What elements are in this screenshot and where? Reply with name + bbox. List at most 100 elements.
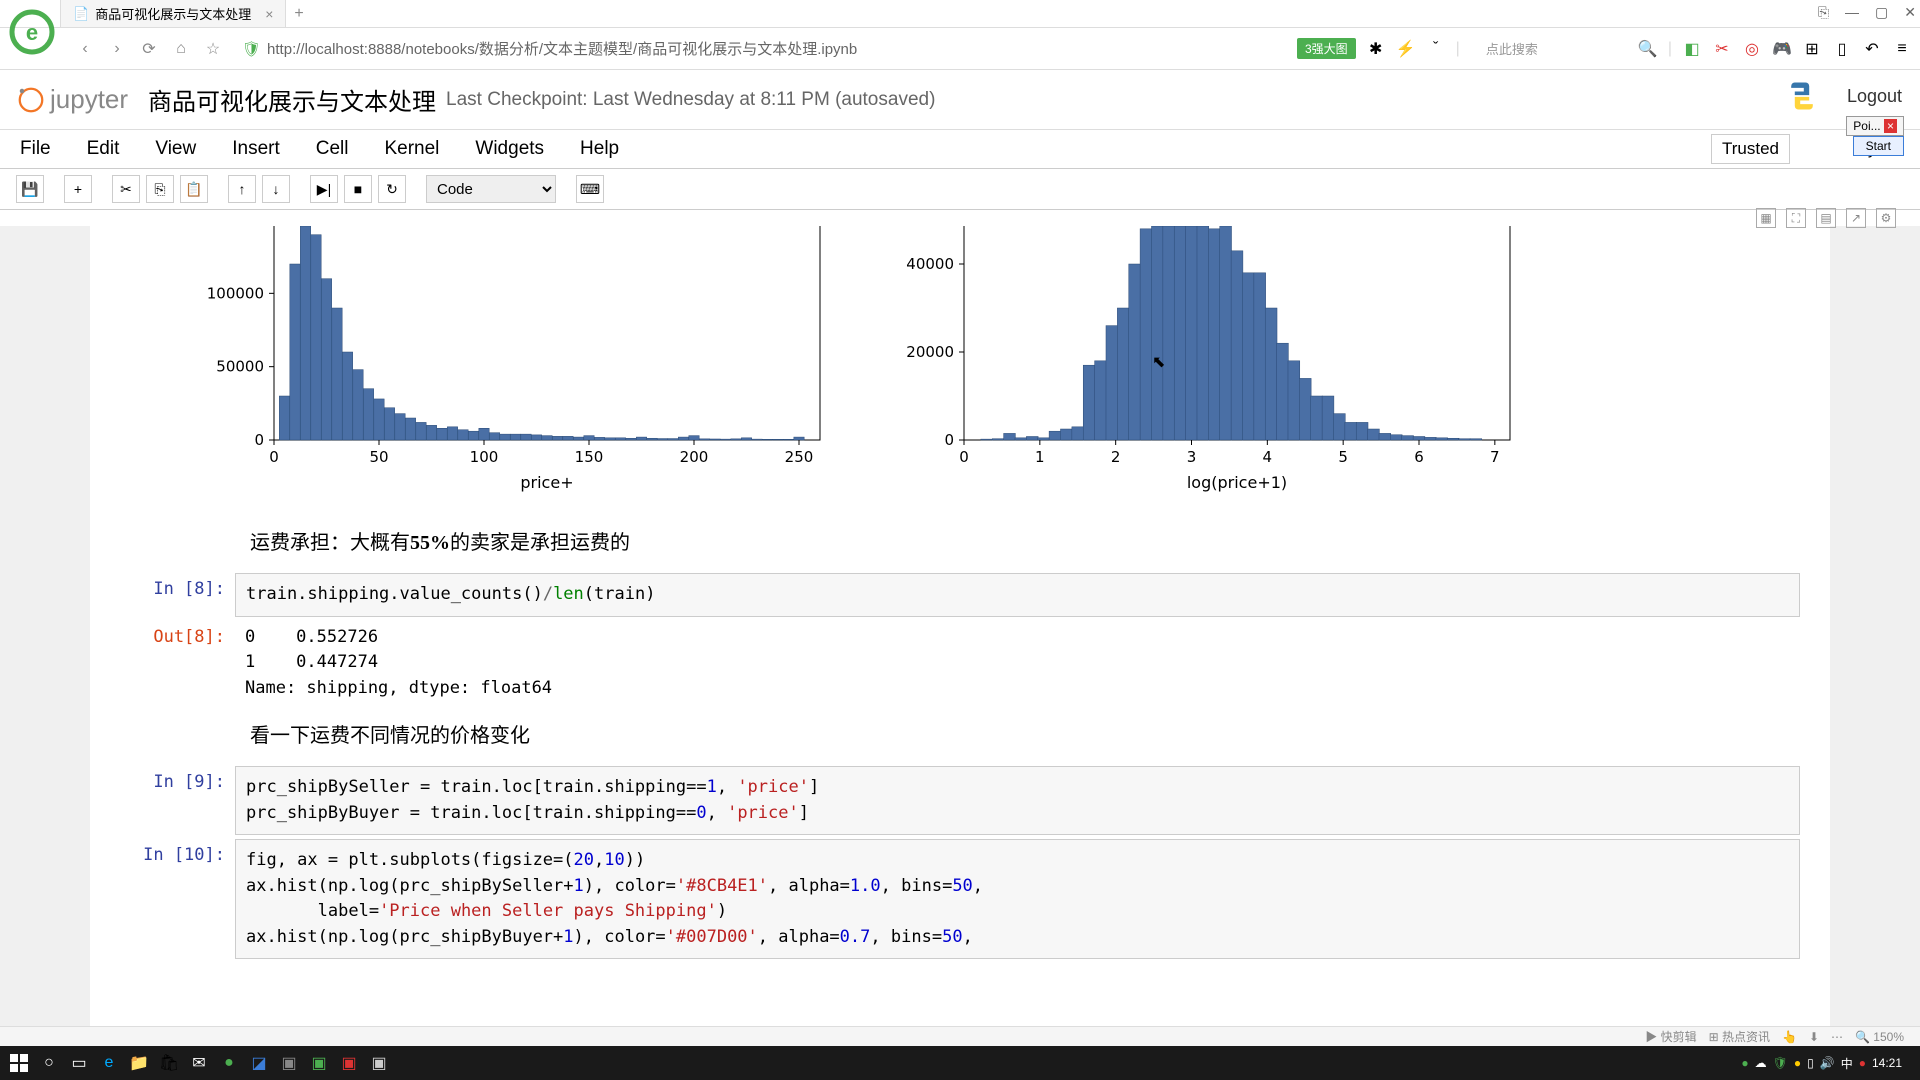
svg-text:6: 6: [1414, 448, 1424, 466]
task-app2[interactable]: ◪: [244, 1048, 274, 1078]
nav-forward-icon[interactable]: ›: [106, 38, 128, 60]
menu-view[interactable]: View: [155, 138, 196, 160]
chart-output: 050100150200250050000100000price+ 012345…: [90, 226, 1830, 516]
notebook-scroll[interactable]: 050100150200250050000100000price+ 012345…: [0, 226, 1920, 1046]
browser-tab[interactable]: 📄 商品可视化展示与文本处理 ×: [60, 0, 286, 28]
minimize-icon[interactable]: —: [1845, 4, 1859, 21]
status-item-3[interactable]: 👆: [1782, 1030, 1797, 1044]
home-icon[interactable]: ⌂: [170, 38, 192, 60]
paste-button[interactable]: 📋: [180, 175, 208, 203]
new-tab-icon[interactable]: +: [294, 5, 303, 23]
run-button[interactable]: ▶|: [310, 175, 338, 203]
browser-logo[interactable]: e: [8, 8, 56, 56]
restore-tab-icon[interactable]: ⎘: [1818, 4, 1829, 21]
trusted-badge[interactable]: Trusted: [1711, 134, 1790, 164]
markdown-cell-2[interactable]: 看一下运费不同情况的价格变化: [90, 709, 1830, 762]
status-item-1[interactable]: ▶ 快剪辑: [1645, 1028, 1696, 1045]
star-icon[interactable]: ☆: [202, 38, 224, 60]
task-app5[interactable]: ▣: [334, 1048, 364, 1078]
move-down-button[interactable]: ↓: [262, 175, 290, 203]
float-panel-start[interactable]: Start: [1853, 136, 1904, 156]
puzzle-icon[interactable]: ◧: [1682, 39, 1702, 59]
close-window-icon[interactable]: ✕: [1904, 4, 1916, 21]
task-app1[interactable]: ●: [214, 1048, 244, 1078]
cortana-icon[interactable]: ○: [34, 1048, 64, 1078]
ext-icon-2[interactable]: ⛶: [1786, 208, 1806, 228]
gamepad-icon[interactable]: 🎮: [1772, 39, 1792, 59]
status-item-2[interactable]: ⊞ 热点资讯: [1709, 1028, 1770, 1045]
add-cell-button[interactable]: +: [64, 175, 92, 203]
undo-icon[interactable]: ↶: [1862, 39, 1882, 59]
search-hint[interactable]: 点此搜索: [1486, 39, 1538, 58]
restart-button[interactable]: ↻: [378, 175, 406, 203]
menu-cell[interactable]: Cell: [316, 138, 349, 160]
command-palette-button[interactable]: ⌨: [576, 175, 604, 203]
move-up-button[interactable]: ↑: [228, 175, 256, 203]
tray-icon-2[interactable]: ☁: [1755, 1056, 1767, 1070]
tray-ime-icon[interactable]: 中: [1841, 1055, 1853, 1072]
tab-close-icon[interactable]: ×: [265, 6, 273, 22]
menu-widgets[interactable]: Widgets: [475, 138, 544, 160]
code-cell-8[interactable]: train.shipping.value_counts()/len(train): [235, 573, 1800, 617]
tray-icon-1[interactable]: ●: [1741, 1056, 1748, 1070]
maximize-icon[interactable]: ▢: [1875, 4, 1888, 21]
taskview-icon[interactable]: ▭: [64, 1048, 94, 1078]
circle-icon[interactable]: ◎: [1742, 39, 1762, 59]
url-input[interactable]: 🛡 http://localhost:8888/notebooks/数据分析/文…: [234, 34, 1287, 63]
tray-icon-4[interactable]: ●: [1794, 1056, 1801, 1070]
ext-icon-3[interactable]: ▤: [1816, 208, 1836, 228]
menu-insert[interactable]: Insert: [232, 138, 280, 160]
task-app3[interactable]: ▣: [274, 1048, 304, 1078]
zoom-level[interactable]: 🔍 150%: [1855, 1030, 1904, 1044]
logout-button[interactable]: Logout: [1847, 86, 1902, 107]
menu-help[interactable]: Help: [580, 138, 619, 160]
scissors-icon[interactable]: ✂: [1712, 39, 1732, 59]
task-app4[interactable]: ▣: [304, 1048, 334, 1078]
menu-kernel[interactable]: Kernel: [384, 138, 439, 160]
ext-icon-5[interactable]: ⚙: [1876, 208, 1896, 228]
svg-text:250: 250: [785, 448, 814, 466]
chevron-down-icon[interactable]: ˇ: [1426, 39, 1446, 59]
save-button[interactable]: 💾: [16, 175, 44, 203]
menu-file[interactable]: File: [20, 138, 51, 160]
code-cell-9[interactable]: prc_shipBySeller = train.loc[train.shipp…: [235, 766, 1800, 835]
tray-clock[interactable]: 14:21: [1872, 1056, 1902, 1070]
tray-icon-3[interactable]: 🛡: [1773, 1056, 1788, 1070]
task-store[interactable]: 🛍: [154, 1048, 184, 1078]
prompt-in-8: In [8]:: [120, 573, 235, 617]
stop-button[interactable]: ■: [344, 175, 372, 203]
cell-type-select[interactable]: Code: [426, 175, 556, 203]
status-item-5[interactable]: ⋯: [1831, 1030, 1843, 1044]
markdown-cell-1[interactable]: 运费承担：大概有55%的卖家是承担运费的: [90, 516, 1830, 569]
ext-icon-1[interactable]: ▦: [1756, 208, 1776, 228]
task-explorer[interactable]: 📁: [124, 1048, 154, 1078]
nav-back-icon[interactable]: ‹: [74, 38, 96, 60]
status-item-4[interactable]: ⬇: [1809, 1030, 1819, 1044]
search-icon[interactable]: 🔍: [1638, 39, 1658, 59]
prompt-in-9: In [9]:: [120, 766, 235, 835]
tray-volume-icon[interactable]: 🔊: [1820, 1056, 1835, 1070]
menu-icon[interactable]: ≡: [1892, 39, 1912, 59]
screenshot-badge[interactable]: 3强大图: [1297, 38, 1356, 59]
grid-icon[interactable]: ⊞: [1802, 39, 1822, 59]
code-cell-10[interactable]: fig, ax = plt.subplots(figsize=(20,10)) …: [235, 839, 1800, 959]
prompt-in-10: In [10]:: [120, 839, 235, 959]
cut-button[interactable]: ✂: [112, 175, 140, 203]
jupyter-logo[interactable]: jupyter: [16, 84, 128, 115]
mobile-icon[interactable]: ▯: [1832, 39, 1852, 59]
bolt-icon[interactable]: ⚡: [1396, 39, 1416, 59]
reload-icon[interactable]: ⟳: [138, 38, 160, 60]
float-panel-poi[interactable]: Poi... ×: [1846, 116, 1904, 136]
share-icon[interactable]: ✱: [1366, 39, 1386, 59]
task-edge[interactable]: e: [94, 1048, 124, 1078]
copy-button[interactable]: ⎘: [146, 175, 174, 203]
tray-icon-6[interactable]: ●: [1859, 1056, 1866, 1070]
notebook-title[interactable]: 商品可视化展示与文本处理: [148, 82, 436, 117]
start-button[interactable]: [4, 1048, 34, 1078]
python-logo-icon: [1784, 78, 1820, 114]
menu-edit[interactable]: Edit: [87, 138, 120, 160]
task-app6[interactable]: ▣: [364, 1048, 394, 1078]
task-mail[interactable]: ✉: [184, 1048, 214, 1078]
ext-icon-4[interactable]: ↗: [1846, 208, 1866, 228]
tray-icon-5[interactable]: ▯: [1807, 1056, 1814, 1070]
